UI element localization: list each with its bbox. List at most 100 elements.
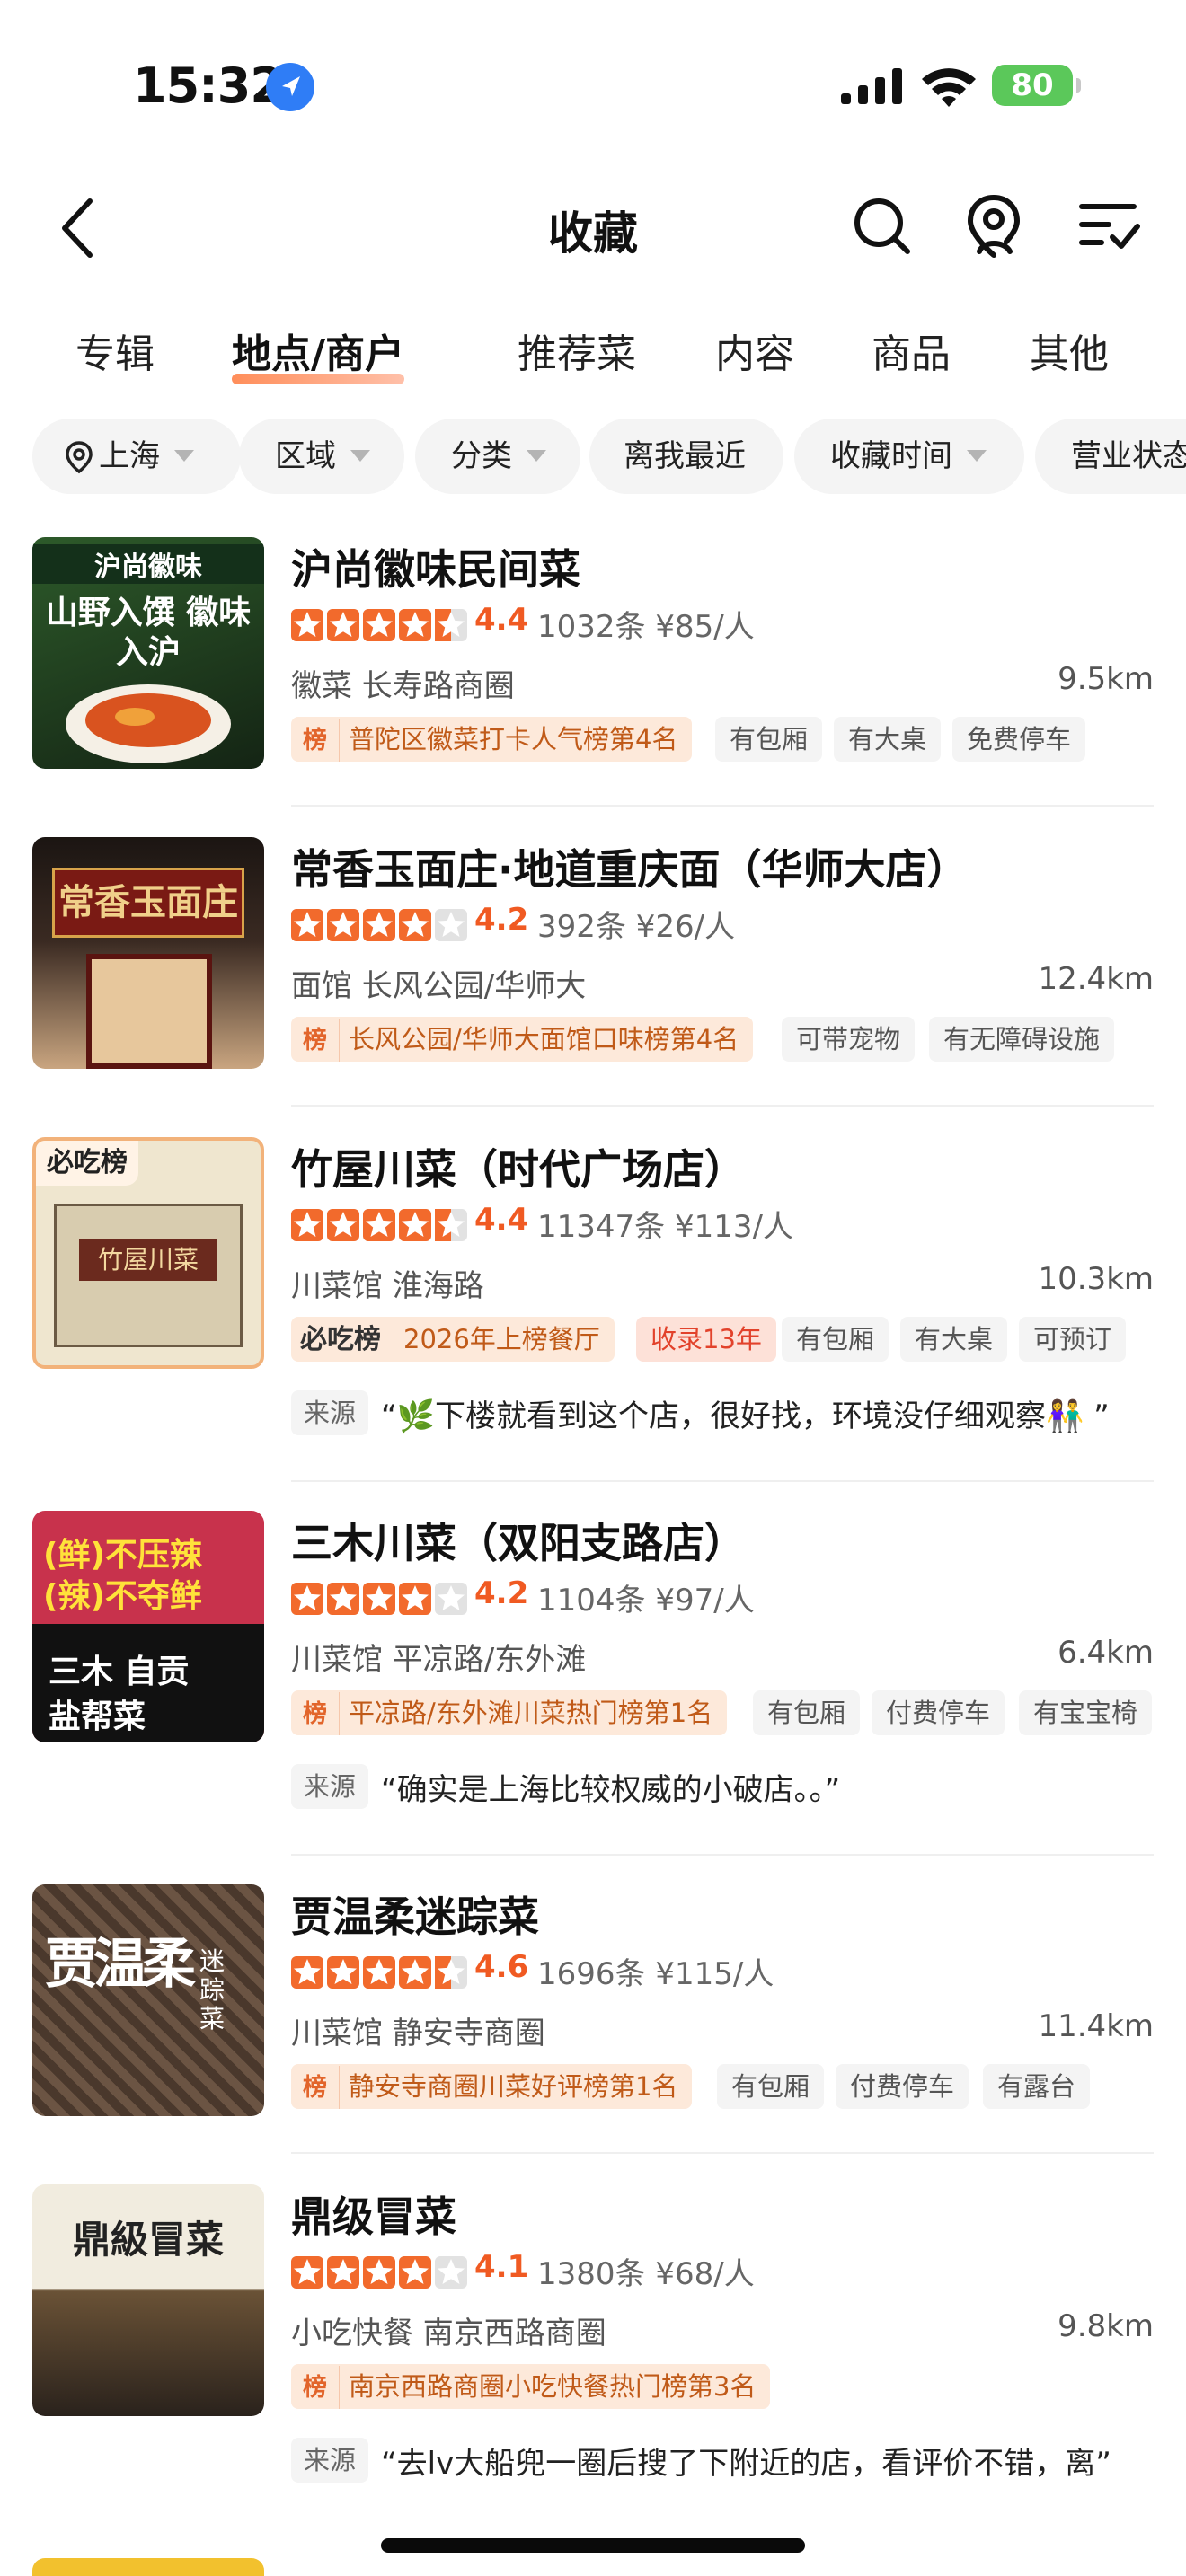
filter-nearest[interactable]: 离我最近 xyxy=(589,419,783,494)
review-snippet[interactable]: 来源 “🌿下楼就看到这个店，很好找，环境没仔细观察👫 ” xyxy=(291,1390,1172,1437)
tab-albums[interactable]: 专辑 xyxy=(75,322,155,379)
tag: 免费停车 xyxy=(952,717,1086,762)
search-icon[interactable] xyxy=(848,192,916,260)
wifi-icon xyxy=(922,68,976,107)
tag: 付费停车 xyxy=(872,1690,1005,1735)
shop-name[interactable]: 三木川菜（双阳支路店） xyxy=(291,1511,746,1570)
shop-category: 小吃快餐 南京西路商圈 xyxy=(291,2316,606,2351)
review-quote: “🌿下楼就看到这个店，很好找，环境没仔细观察👫 ” xyxy=(381,1398,1110,1434)
rank-tag[interactable]: 榜平凉路/东外滩川菜热门榜第1名 xyxy=(291,1690,728,1735)
divider xyxy=(291,805,1154,807)
list-item[interactable]: 贾温柔 迷踪菜 贾温柔迷踪菜 4.6 1696条 ¥115/人 川菜馆 静安寺商… xyxy=(0,1884,1186,2145)
shop-thumbnail: 沪尚徽味 山野入馔 徽味入沪 xyxy=(32,537,264,769)
distance: 10.3km xyxy=(1038,1261,1154,1297)
review-snippet[interactable]: 来源 “确实是上海比较权威的小破店。。” xyxy=(291,1764,1172,1811)
divider xyxy=(291,1480,1154,1482)
filter-category[interactable]: 分类 xyxy=(415,419,580,494)
filter-saved-time[interactable]: 收藏时间 xyxy=(794,419,1024,494)
review-quote: “确实是上海比较权威的小破店。。” xyxy=(381,1771,841,1808)
chevron-down-icon xyxy=(527,450,546,462)
rating-stars xyxy=(291,2256,467,2289)
shop-category: 面馆 长风公园/华师大 xyxy=(291,968,587,1004)
list-item[interactable]: 竹屋川菜 必吃榜 竹屋川菜（时代广场店） 4.4 11347条 ¥113/人 川… xyxy=(0,1137,1186,1478)
review-count: 1380条 ¥68/人 xyxy=(537,2256,755,2292)
shop-name[interactable]: 鼎级冒菜 xyxy=(291,2184,456,2244)
tab-dishes[interactable]: 推荐菜 xyxy=(518,322,636,379)
tag-row: 榜南京西路商圈小吃快餐热门榜第3名 xyxy=(291,2364,1164,2409)
distance: 6.4km xyxy=(1058,1635,1154,1671)
tag: 有无障碍设施 xyxy=(929,1017,1115,1062)
rating-score: 4.4 xyxy=(474,602,529,638)
active-tab-indicator xyxy=(232,374,405,384)
next-item-thumbnail xyxy=(32,2558,264,2576)
review-quote: “去lv大船兜一圈后搜了下附近的店，看评价不错，离” xyxy=(381,2445,1111,2482)
rating-score: 4.1 xyxy=(474,2249,529,2285)
rank-tag[interactable]: 榜南京西路商圈小吃快餐热门榜第3名 xyxy=(291,2364,771,2409)
shop-thumbnail: 鼎級冒菜 xyxy=(32,2184,264,2416)
rating-score: 4.2 xyxy=(474,902,529,938)
tag: 有包厢 xyxy=(782,1317,890,1362)
tag: 有大桌 xyxy=(834,717,942,762)
tab-other[interactable]: 其他 xyxy=(1030,322,1109,379)
shop-name[interactable]: 竹屋川菜（时代广场店） xyxy=(291,1137,746,1196)
rating-score: 4.4 xyxy=(474,1202,529,1238)
rank-tag[interactable]: 榜静安寺商圈川菜好评榜第1名 xyxy=(291,2064,693,2109)
tag-row: 榜静安寺商圈川菜好评榜第1名 有包厢 付费停车 有露台 xyxy=(291,2064,1164,2109)
shop-thumbnail: 常香玉面庄 xyxy=(32,837,264,1069)
distance: 9.5km xyxy=(1058,661,1154,697)
rating-stars xyxy=(291,1956,467,1989)
rating-score: 4.2 xyxy=(474,1575,529,1611)
shop-category: 川菜馆 平凉路/东外滩 xyxy=(291,1642,587,1678)
divider xyxy=(291,2152,1154,2154)
filter-area[interactable]: 区域 xyxy=(239,419,404,494)
list-check-icon[interactable] xyxy=(1075,192,1143,260)
map-pin-user-icon[interactable] xyxy=(960,192,1028,260)
list-item[interactable]: 常香玉面庄 常香玉面庄·地道重庆面（华师大店） 4.2 392条 ¥26/人 面… xyxy=(0,837,1186,1098)
tab-places[interactable]: 地点/商户 xyxy=(232,322,405,384)
distance: 12.4km xyxy=(1038,961,1154,997)
filter-city[interactable]: 上海 xyxy=(32,419,241,494)
tag: 有露台 xyxy=(983,2064,1091,2109)
source-label: 来源 xyxy=(291,1764,369,1809)
status-time: 15:32 xyxy=(133,57,284,114)
shop-thumbnail: (鲜)不压辣 (辣)不夺鲜 三木 自贡 盐帮菜 xyxy=(32,1511,264,1742)
tab-content[interactable]: 内容 xyxy=(715,322,794,379)
distance: 11.4km xyxy=(1038,2008,1154,2044)
review-count: 392条 ¥26/人 xyxy=(537,909,736,945)
nav-bar: 收藏 xyxy=(0,180,1186,278)
distance: 9.8km xyxy=(1058,2308,1154,2344)
tag: 有包厢 xyxy=(717,2064,825,2109)
shop-thumbnail: 贾温柔 迷踪菜 xyxy=(32,1884,264,2116)
shop-name[interactable]: 贾温柔迷踪菜 xyxy=(291,1884,539,1944)
rank-tag[interactable]: 榜普陀区徽菜打卡人气榜第4名 xyxy=(291,717,693,762)
list-item[interactable]: 沪尚徽味 山野入馔 徽味入沪 沪尚徽味民间菜 4.4 1032条 ¥85/人 徽… xyxy=(0,537,1186,798)
filter-open-status[interactable]: 营业状态 xyxy=(1035,419,1186,494)
list-item[interactable]: 鼎級冒菜 鼎级冒菜 4.1 1380条 ¥68/人 小吃快餐 南京西路商圈 9.… xyxy=(0,2184,1186,2526)
tag-row: 榜平凉路/东外滩川菜热门榜第1名 有包厢 付费停车 有宝宝椅 xyxy=(291,1690,1164,1735)
list-item[interactable]: (鲜)不压辣 (辣)不夺鲜 三木 自贡 盐帮菜 三木川菜（双阳支路店） 4.2 … xyxy=(0,1511,1186,1852)
review-count: 1032条 ¥85/人 xyxy=(537,609,755,645)
rank-tag[interactable]: 榜长风公园/华师大面馆口味榜第4名 xyxy=(291,1017,754,1062)
source-label: 来源 xyxy=(291,1390,369,1435)
divider xyxy=(291,1105,1154,1107)
tag-row: 榜普陀区徽菜打卡人气榜第4名 有包厢 有大桌 免费停车 xyxy=(291,717,1164,762)
tab-goods[interactable]: 商品 xyxy=(872,322,951,379)
signal-icon xyxy=(841,68,902,104)
tag-row: 榜长风公园/华师大面馆口味榜第4名 可带宠物 有无障碍设施 xyxy=(291,1017,1164,1062)
location-pin-icon xyxy=(66,441,93,474)
review-count: 11347条 ¥113/人 xyxy=(537,1209,793,1245)
shop-name[interactable]: 沪尚徽味民间菜 xyxy=(291,537,580,596)
shop-thumbnail: 竹屋川菜 必吃榜 xyxy=(32,1137,264,1369)
tag: 可带宠物 xyxy=(782,1017,916,1062)
chevron-down-icon xyxy=(967,450,987,462)
category-tabs: 专辑 地点/商户 推荐菜 内容 商品 其他 xyxy=(0,314,1186,395)
shop-name[interactable]: 常香玉面庄·地道重庆面（华师大店） xyxy=(291,837,968,896)
divider xyxy=(291,1854,1154,1856)
tag: 有大桌 xyxy=(900,1317,1008,1362)
must-eat-tag[interactable]: 必吃榜 2026年上榜餐厅 xyxy=(291,1317,615,1362)
review-snippet[interactable]: 来源 “去lv大船兜一圈后搜了下附近的店，看评价不错，离” xyxy=(291,2438,1172,2484)
tag-row: 必吃榜 2026年上榜餐厅 收录13年 有包厢 有大桌 可预订 xyxy=(291,1317,1164,1362)
tag: 可预订 xyxy=(1019,1317,1127,1362)
years-tag: 收录13年 xyxy=(636,1317,776,1362)
status-bar: 15:32 80 xyxy=(0,0,1186,171)
